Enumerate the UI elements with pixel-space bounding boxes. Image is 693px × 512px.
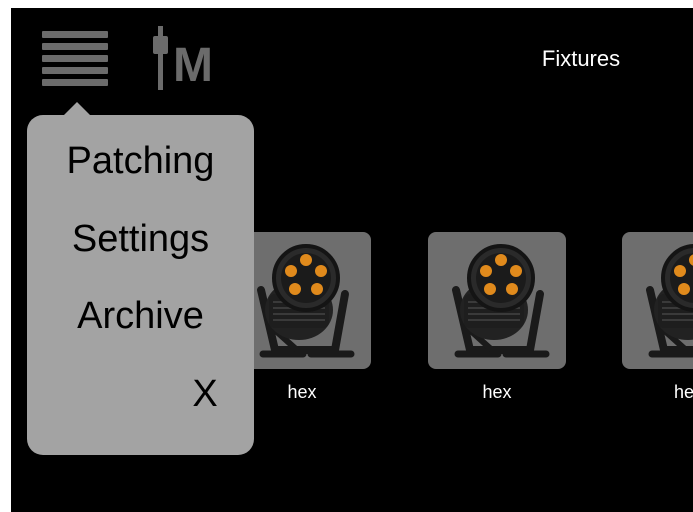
app-logo-icon: M — [153, 26, 213, 92]
hamburger-bar — [42, 55, 108, 62]
menu-item-settings[interactable]: Settings — [27, 217, 254, 261]
fixture-label: hex — [482, 382, 512, 402]
navigation-popover: Patching Settings Archive X — [27, 115, 254, 455]
hamburger-bar — [42, 67, 108, 74]
hamburger-bar — [42, 79, 108, 86]
par-light-fixture-icon — [622, 232, 693, 369]
fixture-tile[interactable]: hex — [428, 232, 566, 403]
fixture-thumbnail — [622, 232, 693, 369]
hamburger-bar — [42, 31, 108, 38]
menu-item-patching[interactable]: Patching — [27, 139, 254, 183]
hamburger-bar — [42, 43, 108, 50]
menu-item-archive[interactable]: Archive — [27, 294, 254, 338]
logo-letter: M — [173, 39, 213, 92]
app-screen: M Fixtures hex hex he Patching Settings … — [11, 8, 693, 512]
fixture-tile[interactable]: he — [622, 232, 693, 403]
fixture-label: he — [674, 382, 693, 402]
fixture-thumbnail — [428, 232, 566, 369]
hamburger-menu-icon[interactable] — [42, 31, 108, 87]
menu-close-button[interactable]: X — [175, 372, 235, 416]
par-light-fixture-icon — [428, 232, 566, 369]
page-title: Fixtures — [541, 46, 621, 71]
